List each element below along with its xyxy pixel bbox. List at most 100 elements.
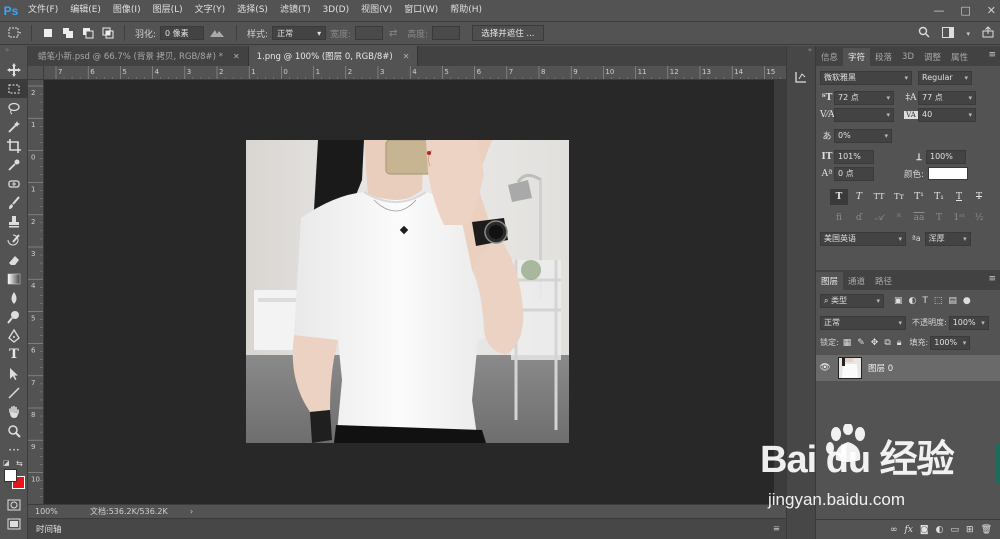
vertical-ruler[interactable]: 210123456789101112 <box>28 80 44 504</box>
tracking-select[interactable]: 40 ▾ <box>918 107 976 122</box>
layer-effects-icon[interactable]: fx <box>904 525 912 535</box>
magic-wand-tool-icon[interactable] <box>0 117 28 136</box>
lock-pixels-icon[interactable]: ✎ <box>857 338 865 348</box>
collapse-icon[interactable]: « <box>787 46 815 60</box>
kerning-select[interactable]: ▾ <box>834 107 894 122</box>
tab-channels[interactable]: 通道 <box>843 272 870 290</box>
intersect-selection-icon[interactable] <box>101 26 115 40</box>
menu-edit[interactable]: 编辑(E) <box>64 0 107 21</box>
timeline-tab[interactable]: 时间轴 <box>36 523 62 535</box>
tab-document-1[interactable]: 蜡笔小新.psd @ 66.7% (背景 拷贝, RGB/8#) * ✕ <box>28 46 249 66</box>
superscript-icon[interactable]: T¹ <box>910 189 928 205</box>
screen-mode-icon[interactable] <box>0 514 28 533</box>
tab-paragraph[interactable]: 段落 <box>870 48 897 66</box>
lasso-tool-icon[interactable] <box>0 98 28 117</box>
menu-image[interactable]: 图像(I) <box>107 0 147 21</box>
smart-object-filter-icon[interactable]: ▤ <box>948 296 957 306</box>
tab-character[interactable]: 字符 <box>843 48 871 66</box>
text-color-swatch[interactable] <box>927 167 968 180</box>
minimize-button[interactable]: — <box>933 4 944 17</box>
lock-transparency-icon[interactable]: ▦ <box>843 338 852 348</box>
path-selection-tool-icon[interactable] <box>0 364 28 383</box>
delete-layer-icon[interactable]: 🗑︎ <box>981 525 992 535</box>
gradient-tool-icon[interactable] <box>0 269 28 288</box>
link-layers-icon[interactable]: ∞ <box>890 525 898 535</box>
tab-adjustments[interactable]: 调整 <box>919 48 946 66</box>
layer-mask-icon[interactable]: ◙ <box>920 525 929 535</box>
swap-colors-icon[interactable]: ⇆ <box>16 459 23 468</box>
menu-file[interactable]: 文件(F) <box>22 0 64 21</box>
eyedropper-tool-icon[interactable] <box>0 155 28 174</box>
marquee-tool-icon[interactable] <box>0 79 28 98</box>
document-image[interactable] <box>246 140 569 443</box>
share-icon[interactable] <box>982 26 994 41</box>
history-panel-icon[interactable] <box>792 68 810 86</box>
workspace-icon[interactable] <box>942 26 955 41</box>
search-icon[interactable] <box>918 26 930 41</box>
vertical-scale-input[interactable]: 101% <box>834 149 874 164</box>
filter-toggle-icon[interactable]: ● <box>963 296 971 306</box>
select-and-mask-button[interactable]: 选择并遮住 ... <box>472 25 544 41</box>
collapse-icon[interactable]: » <box>0 46 27 60</box>
close-button[interactable]: ✕ <box>987 4 996 17</box>
chevron-down-icon[interactable]: ▾ <box>966 30 970 38</box>
ligatures-icon[interactable]: fi <box>830 210 848 226</box>
height-input[interactable] <box>432 26 461 40</box>
layer-name[interactable]: 图层 0 <box>868 362 893 374</box>
menu-help[interactable]: 帮助(H) <box>444 0 488 21</box>
menu-filter[interactable]: 滤镜(T) <box>274 0 317 21</box>
panel-menu-icon[interactable]: ≡ <box>773 524 780 534</box>
default-colors-icon[interactable]: ◪ <box>3 459 10 467</box>
status-menu-arrow[interactable]: › <box>190 507 193 516</box>
font-size-select[interactable]: 72 点 ▾ <box>834 90 894 105</box>
feather-input[interactable]: 0 像素 <box>160 26 205 40</box>
faux-bold-icon[interactable]: T <box>830 188 848 205</box>
titling-icon[interactable]: T <box>930 210 948 226</box>
adjustment-filter-icon[interactable]: ◐ <box>909 296 917 306</box>
fractions-icon[interactable]: ½ <box>970 210 988 226</box>
discretionary-ligatures-icon[interactable]: aa <box>910 210 928 226</box>
clone-stamp-tool-icon[interactable] <box>0 212 28 231</box>
anti-alias-icon[interactable] <box>207 26 227 40</box>
history-brush-tool-icon[interactable] <box>0 231 28 250</box>
move-tool-icon[interactable] <box>0 60 28 79</box>
tab-3d[interactable]: 3D <box>897 48 919 66</box>
lock-artboard-icon[interactable]: ⧉ <box>884 338 890 348</box>
brush-tool-icon[interactable] <box>0 193 28 212</box>
adjustment-layer-icon[interactable]: ◐ <box>936 525 944 535</box>
menu-view[interactable]: 视图(V) <box>355 0 398 21</box>
menu-layer[interactable]: 图层(L) <box>147 0 189 21</box>
healing-brush-tool-icon[interactable] <box>0 174 28 193</box>
faux-italic-icon[interactable]: T <box>850 189 868 205</box>
tab-info[interactable]: 信息 <box>816 48 843 66</box>
shape-filter-icon[interactable]: ⬚ <box>934 296 943 306</box>
swap-dimensions-icon[interactable]: ⇄ <box>386 26 400 40</box>
fill-select[interactable]: 100% ▾ <box>930 335 971 350</box>
font-style-select[interactable]: Regular ▾ <box>918 70 972 85</box>
line-tool-icon[interactable] <box>0 383 28 402</box>
alternates-icon[interactable]: ᴿ <box>890 210 908 226</box>
close-icon[interactable]: ✕ <box>403 52 410 61</box>
blur-tool-icon[interactable] <box>0 288 28 307</box>
old-style-icon[interactable]: ɗ <box>850 210 868 226</box>
horizontal-ruler[interactable]: 7 6 5 4 3 2 1 0 1 2 3 4 5 6 7 8 9 10 11 12 13 14 15 <box>44 66 786 80</box>
tab-document-2[interactable]: 1.png @ 100% (图层 0, RGB/8#) ✕ <box>248 46 419 66</box>
eraser-tool-icon[interactable] <box>0 250 28 269</box>
horizontal-scale-input[interactable]: 100% <box>926 149 966 164</box>
maximize-button[interactable]: □ <box>960 4 970 17</box>
leading-select[interactable]: 77 点 ▾ <box>918 90 976 105</box>
tsume-select[interactable]: 0% ▾ <box>834 128 892 143</box>
ruler-origin[interactable] <box>28 66 44 80</box>
new-selection-icon[interactable] <box>41 26 55 40</box>
foreground-color-swatch[interactable] <box>4 469 17 482</box>
zoom-level[interactable]: 100% <box>28 507 72 516</box>
zoom-tool-icon[interactable] <box>0 421 28 440</box>
layer-filter-select[interactable]: ⌕ 类型 ▾ <box>820 293 884 308</box>
anti-alias-select[interactable]: 浑厚 ▾ <box>924 231 971 246</box>
lock-position-icon[interactable]: ✥ <box>871 338 879 348</box>
more-tools-icon[interactable]: ··· <box>0 440 28 459</box>
panel-menu-icon[interactable]: ≡ <box>988 50 996 60</box>
crop-tool-icon[interactable] <box>0 136 28 155</box>
hand-tool-icon[interactable] <box>0 402 28 421</box>
tab-paths[interactable]: 路径 <box>870 272 897 290</box>
